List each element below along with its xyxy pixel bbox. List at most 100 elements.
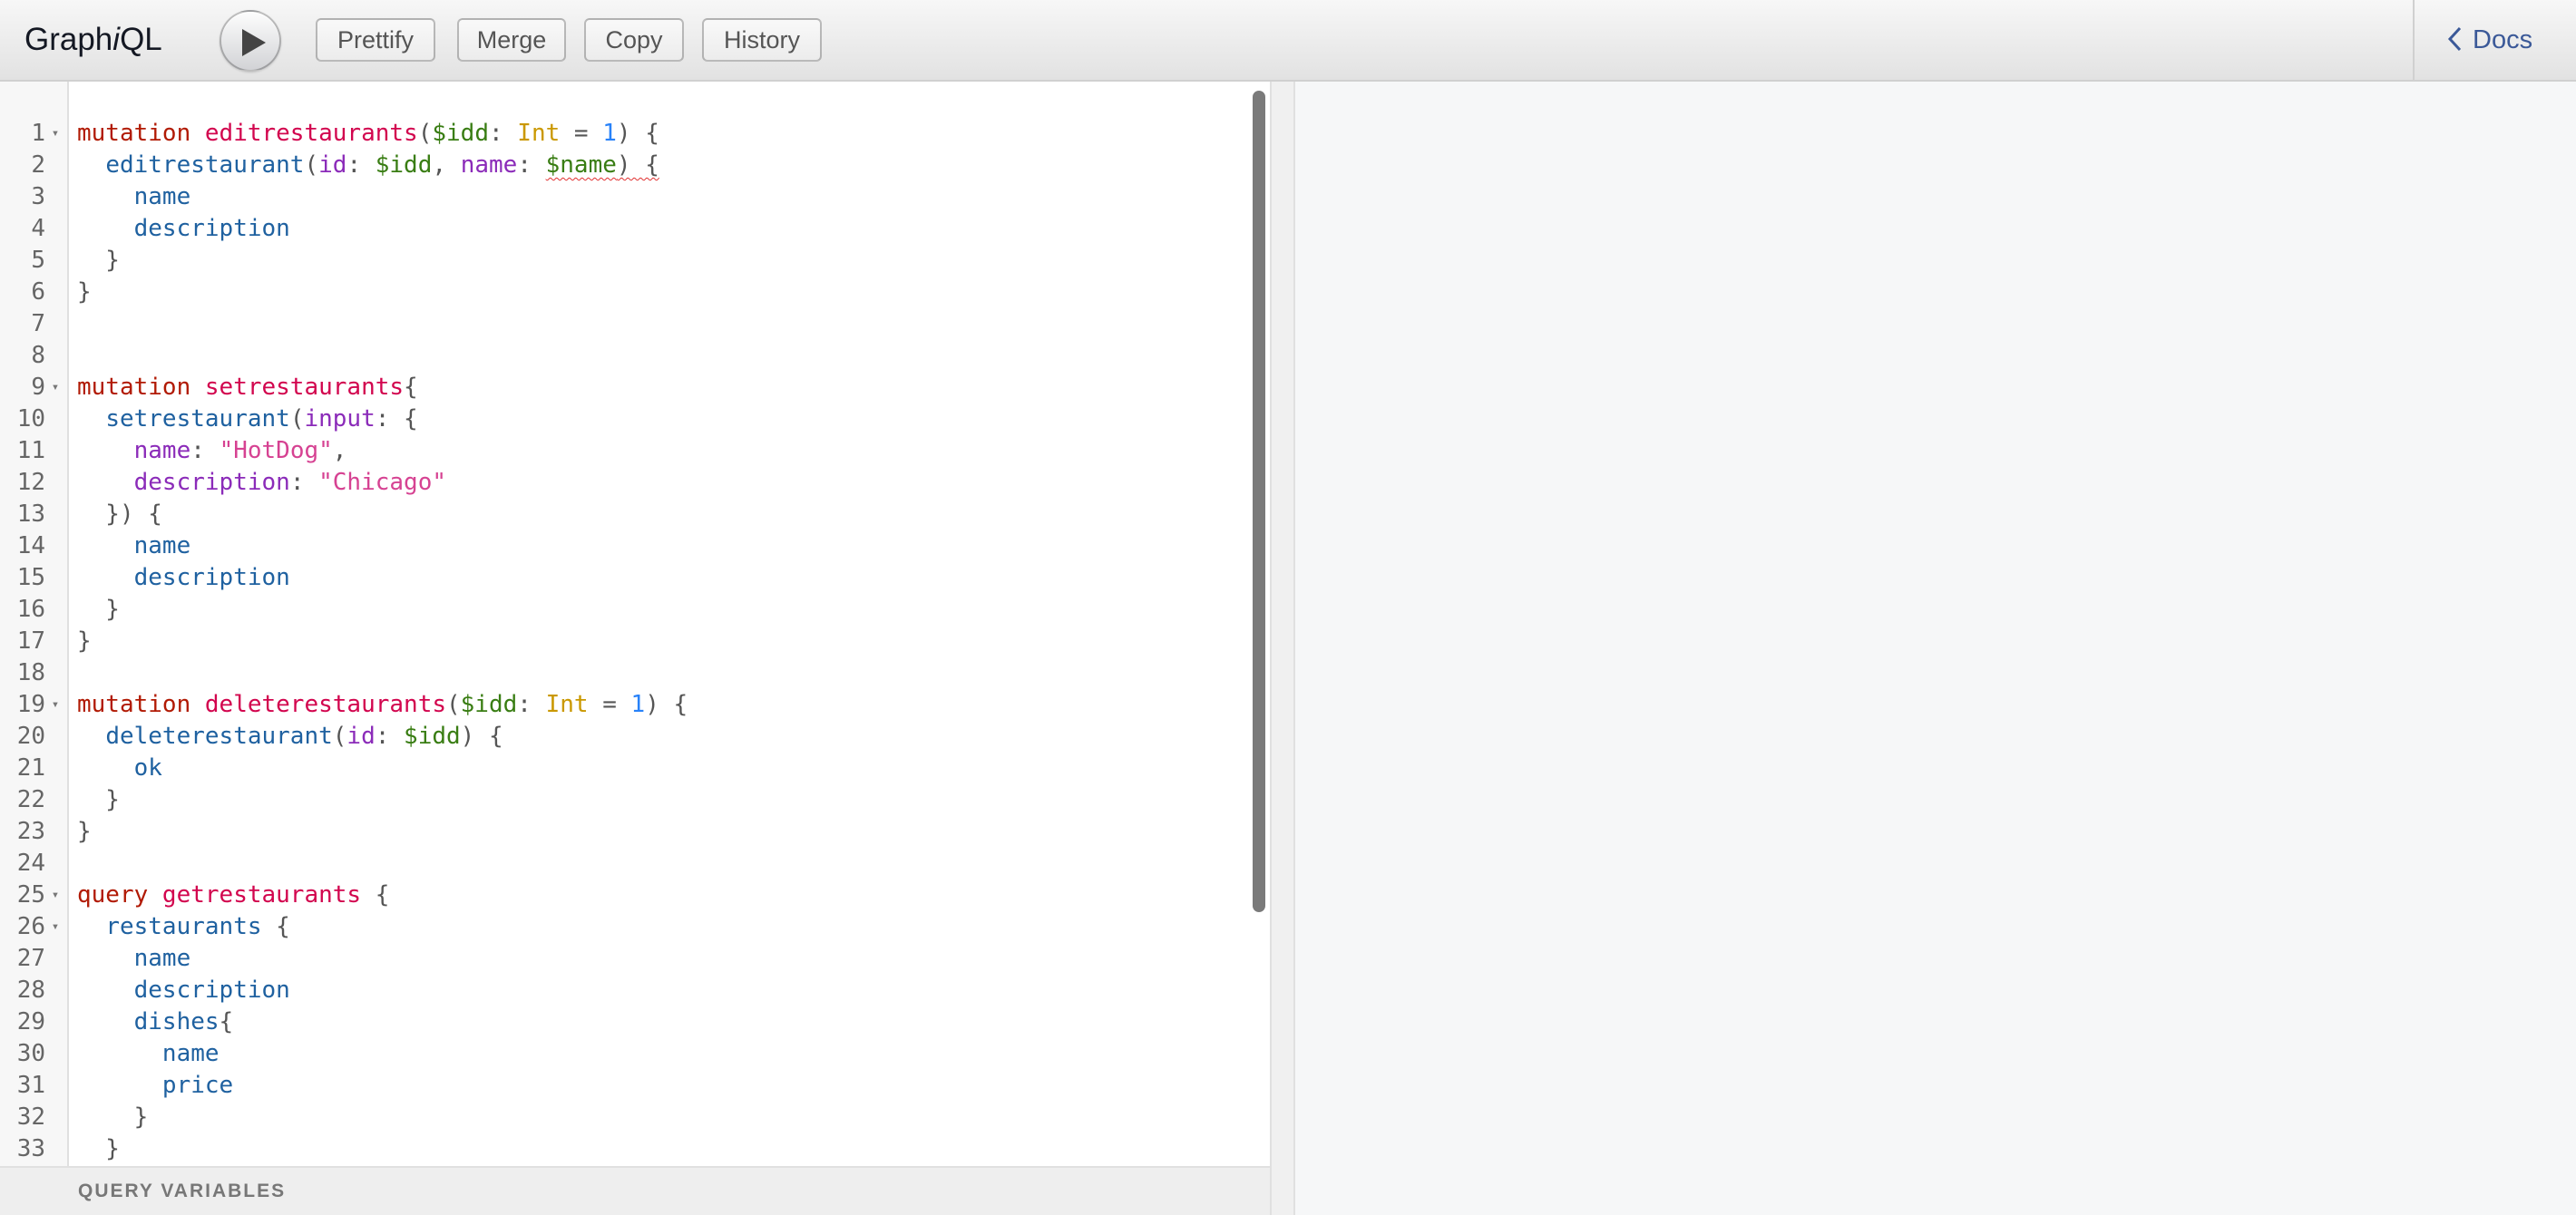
result-pane — [1295, 82, 2576, 1215]
code-line: 23} — [0, 816, 1252, 848]
code-token: } — [77, 596, 120, 623]
code-token: description — [133, 215, 290, 242]
code-line: 2 editrestaurant(id: $idd, name: $name) … — [0, 150, 1252, 181]
code-line: 25 ▾ query getrestaurants { — [0, 880, 1252, 911]
code-text: ok — [77, 753, 162, 784]
fold-arrow-icon[interactable]: ▾ — [45, 118, 65, 150]
copy-button[interactable]: Copy — [584, 18, 684, 62]
code-text: }) { — [77, 499, 162, 530]
line-number: 15 — [16, 564, 45, 591]
line-number: 18 — [16, 659, 45, 686]
fold-arrow-icon[interactable]: ▾ — [45, 689, 65, 721]
pane-resize-handle[interactable] — [1270, 82, 1295, 1215]
code-token: : — [375, 723, 405, 750]
code-token: name — [133, 532, 191, 559]
line-number: 28 — [16, 977, 45, 1004]
docs-explorer-toggle: Docs — [2413, 0, 2576, 80]
line-number: 19 — [16, 691, 45, 718]
code-token: } — [77, 1103, 149, 1131]
code-line: 5 } — [0, 245, 1252, 277]
line-number: 17 — [16, 627, 45, 655]
line-number: 30 — [16, 1040, 45, 1067]
code-token: restaurants — [105, 913, 262, 940]
code-line: 33 } — [0, 1133, 1252, 1165]
fold-arrow-icon[interactable]: ▾ — [45, 880, 65, 911]
code-token: mutation — [77, 374, 205, 401]
line-number: 8 — [31, 342, 45, 369]
line-number: 23 — [16, 818, 45, 845]
code-token: { — [219, 1008, 234, 1035]
code-line: 22 } — [0, 784, 1252, 816]
code-token: } — [77, 627, 92, 655]
fold-arrow-icon[interactable]: ▾ — [45, 911, 65, 943]
code-line: 20 deleterestaurant(id: $idd) { — [0, 721, 1252, 753]
editor-scrollbar[interactable] — [1250, 85, 1268, 1166]
code-text: name: "HotDog", — [77, 435, 347, 467]
code-token: ) { — [616, 151, 659, 179]
code-line: 13 }) { — [0, 499, 1252, 530]
code-token: $idd — [375, 151, 433, 179]
code-token: editrestaurants — [204, 120, 418, 147]
line-number: 24 — [16, 850, 45, 877]
code-token: : — [289, 469, 319, 496]
code-text: description — [77, 213, 290, 245]
chevron-left-icon — [2447, 27, 2462, 52]
code-token: name — [133, 945, 191, 972]
code-token: "Chicago" — [318, 469, 447, 496]
code-token: $idd — [432, 120, 489, 147]
play-icon — [242, 29, 266, 56]
query-editor[interactable]: 1 ▾ mutation editrestaurants($idd: Int = 1… — [0, 82, 1270, 1166]
line-number: 13 — [16, 501, 45, 528]
merge-button[interactable]: Merge — [457, 18, 566, 62]
code-text: mutation editrestaurants($idd: Int = 1) … — [77, 118, 659, 150]
code-token: id — [346, 723, 376, 750]
code-token: name — [161, 1040, 220, 1067]
code-text: description — [77, 975, 290, 1006]
code-line: 32 } — [0, 1102, 1252, 1133]
code-line: 19 ▾ mutation deleterestaurants($idd: Int … — [0, 689, 1252, 721]
code-token: ) { — [616, 120, 659, 147]
code-token: ( — [417, 120, 433, 147]
code-line: 21 ok — [0, 753, 1252, 784]
line-number: 29 — [16, 1008, 45, 1035]
code-token: name — [133, 437, 191, 464]
line-number: 12 — [16, 469, 45, 496]
code-line: 3 name — [0, 181, 1252, 213]
fold-arrow-icon[interactable]: ▾ — [45, 372, 65, 403]
code-token: Int — [517, 120, 561, 147]
code-token: : — [517, 151, 546, 179]
line-number: 6 — [31, 278, 45, 306]
code-token: { — [404, 374, 418, 401]
prettify-button[interactable]: Prettify — [316, 18, 435, 62]
code-line: 7 — [0, 308, 1252, 340]
code-text: } — [77, 245, 120, 277]
query-variables-header[interactable]: QUERY VARIABLES — [0, 1166, 1270, 1215]
code-token: }) { — [77, 501, 162, 528]
execute-query-button[interactable] — [220, 10, 281, 72]
code-text: query getrestaurants { — [77, 880, 389, 911]
code-token: = — [588, 691, 631, 718]
code-line: 28 description — [0, 975, 1252, 1006]
code-line: 9 ▾ mutation setrestaurants{ — [0, 372, 1252, 403]
history-button[interactable]: History — [702, 18, 822, 62]
code-line: 26 ▾ restaurants { — [0, 911, 1252, 943]
code-text: price — [77, 1070, 233, 1102]
docs-label: Docs — [2473, 25, 2533, 54]
line-number: 10 — [16, 405, 45, 433]
code-token: } — [77, 1135, 120, 1162]
code-token: description — [133, 469, 290, 496]
line-number: 26 — [16, 913, 45, 940]
docs-button[interactable]: Docs — [2447, 20, 2532, 60]
editor-scrollbar-thumb[interactable] — [1253, 91, 1265, 912]
line-number: 27 — [16, 945, 45, 972]
code-token: description — [133, 564, 290, 591]
graphiql-logo: GraphiQL — [24, 22, 162, 57]
